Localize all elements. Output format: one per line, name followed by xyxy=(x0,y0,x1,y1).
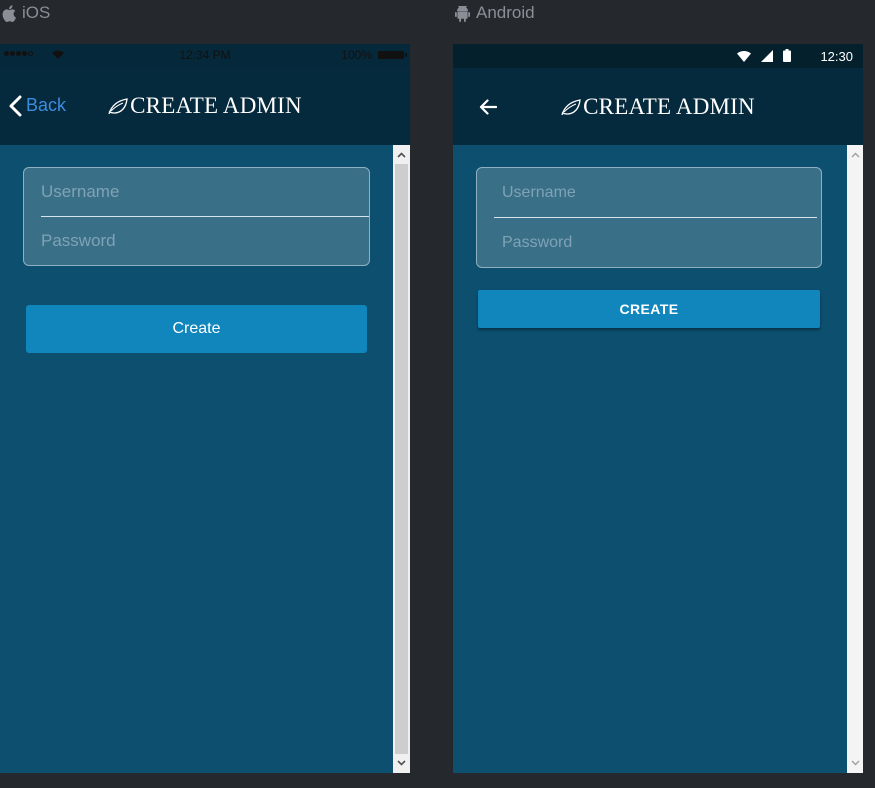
ios-login-fields xyxy=(23,167,370,266)
ios-password-input[interactable] xyxy=(24,217,369,265)
scroll-up-icon[interactable] xyxy=(393,147,410,163)
ios-page-title-text: CREATE ADMIN xyxy=(130,92,302,118)
android-status-time: 12:30 xyxy=(820,49,853,64)
android-page-title-text: CREATE ADMIN xyxy=(583,93,755,119)
ios-scroll-thumb[interactable] xyxy=(395,164,408,754)
leaf-icon xyxy=(108,97,128,114)
android-icon xyxy=(455,5,470,22)
ios-password-row xyxy=(24,217,369,265)
ios-scrollbar[interactable] xyxy=(393,145,410,773)
ios-nav-header: CREATE ADMIN Back xyxy=(0,66,410,146)
ios-battery-percent: 100% xyxy=(341,48,372,62)
battery-icon xyxy=(783,49,791,62)
apple-icon xyxy=(2,4,16,22)
android-create-button[interactable]: CREATE xyxy=(478,290,820,328)
android-login-fields xyxy=(476,167,822,268)
android-password-input[interactable] xyxy=(477,218,821,267)
signal-icon xyxy=(761,50,773,62)
ios-username-input[interactable] xyxy=(24,168,369,216)
ios-label-text: iOS xyxy=(22,3,51,22)
ios-device-preview: 12:34 PM 100% CREATE ADMIN Back Username… xyxy=(0,44,410,773)
ios-back-button[interactable]: Back xyxy=(9,66,66,145)
scroll-down-icon[interactable] xyxy=(393,755,410,771)
chevron-left-icon xyxy=(9,95,22,116)
android-device-preview: 12:30 CREATE ADMIN CREATE xyxy=(453,44,863,773)
android-content: CREATE xyxy=(453,145,863,773)
ios-create-button[interactable]: Create xyxy=(26,305,367,353)
android-page-title: CREATE ADMIN xyxy=(453,68,863,145)
battery-icon xyxy=(378,51,407,59)
android-username-input[interactable] xyxy=(477,168,821,217)
ios-back-label: Back xyxy=(26,95,67,115)
ios-status-bar: 12:34 PM 100% xyxy=(0,44,410,66)
ios-username-row xyxy=(24,168,369,216)
android-status-bar: 12:30 xyxy=(453,44,863,68)
leaf-icon xyxy=(561,98,581,115)
scroll-down-icon[interactable] xyxy=(847,755,863,771)
ios-platform-label: iOS xyxy=(2,2,50,24)
scroll-up-icon[interactable] xyxy=(847,147,863,163)
ios-content: Create xyxy=(0,145,410,773)
wifi-icon xyxy=(737,51,751,62)
android-username-row xyxy=(477,168,821,217)
android-scrollbar[interactable] xyxy=(847,145,863,773)
android-password-row xyxy=(477,218,821,267)
android-nav-header: CREATE ADMIN xyxy=(453,68,863,146)
android-label-text: Android xyxy=(476,3,535,22)
android-platform-label: Android xyxy=(455,2,535,24)
